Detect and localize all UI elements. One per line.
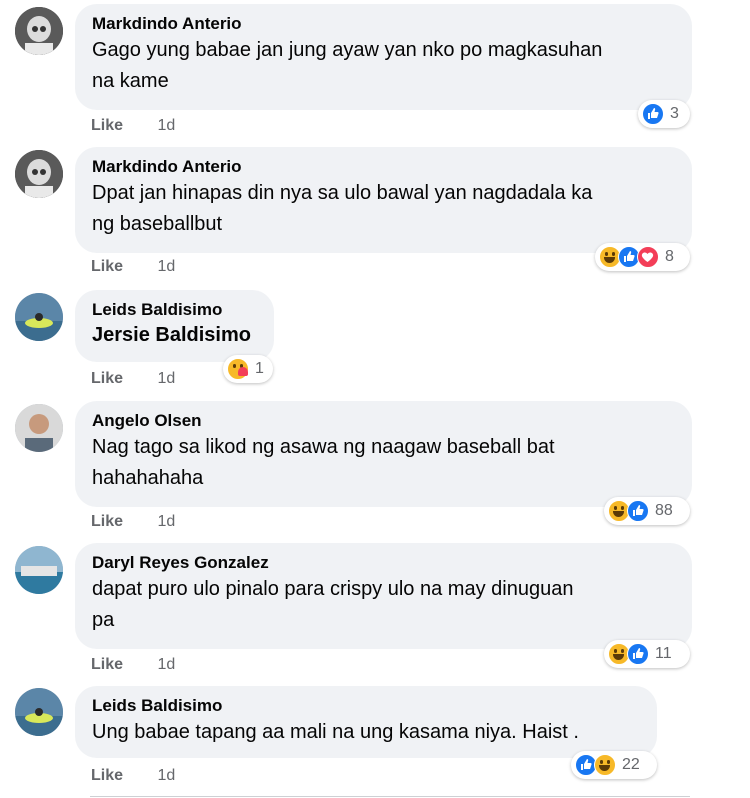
avatar[interactable] xyxy=(15,7,63,55)
timestamp[interactable]: 1d xyxy=(157,767,175,784)
divider xyxy=(90,796,690,797)
comment-bubble: Daryl Reyes Gonzalez dapat puro ulo pina… xyxy=(75,543,692,649)
avatar[interactable] xyxy=(15,688,63,736)
like-button[interactable]: Like xyxy=(91,370,123,387)
comment-actions: Like 1d xyxy=(91,370,175,388)
like-button[interactable]: Like xyxy=(91,767,123,784)
timestamp[interactable]: 1d xyxy=(157,656,175,673)
comment-actions: Like 1d xyxy=(91,117,175,135)
timestamp[interactable]: 1d xyxy=(157,370,175,387)
reaction-summary[interactable]: 88 xyxy=(604,497,690,525)
comment-text-line: na kame xyxy=(92,70,169,92)
timestamp[interactable]: 1d xyxy=(157,117,175,134)
comment-author[interactable]: Angelo Olsen xyxy=(92,410,675,432)
avatar-image xyxy=(15,150,63,198)
avatar-image xyxy=(15,688,63,736)
comment-text-line: ng baseballbut xyxy=(92,213,223,235)
care-icon xyxy=(227,358,249,380)
like-button[interactable]: Like xyxy=(91,117,123,134)
comment-bubble: Markdindo Anterio Gago yung babae jan ju… xyxy=(75,4,692,110)
comment-bubble: Markdindo Anterio Dpat jan hinapas din n… xyxy=(75,147,692,253)
timestamp[interactable]: 1d xyxy=(157,513,175,530)
love-icon xyxy=(637,246,659,268)
like-button[interactable]: Like xyxy=(91,656,123,673)
comment-bubble: Angelo Olsen Nag tago sa likod ng asawa … xyxy=(75,401,692,507)
reaction-count: 3 xyxy=(670,105,679,122)
like-icon xyxy=(627,643,649,665)
like-button[interactable]: Like xyxy=(91,258,123,275)
comment-actions: Like 1d xyxy=(91,767,175,785)
reaction-count: 1 xyxy=(255,360,264,377)
comment-text-line: Dpat jan hinapas din nya sa ulo bawal ya… xyxy=(92,182,593,204)
comment-bubble: Leids Baldisimo Ung babae tapang aa mali… xyxy=(75,686,657,758)
comment-author[interactable]: Leids Baldisimo xyxy=(92,695,640,717)
comment-text-line: Nag tago sa likod ng asawa ng naagaw bas… xyxy=(92,436,555,458)
avatar-image xyxy=(15,7,63,55)
comment-author[interactable]: Markdindo Anterio xyxy=(92,156,675,178)
avatar[interactable] xyxy=(15,293,63,341)
comment-text-line: pa xyxy=(92,609,115,631)
like-icon xyxy=(642,103,664,125)
reaction-count: 11 xyxy=(655,645,672,662)
comment-actions: Like 1d xyxy=(91,258,175,276)
comment-author[interactable]: Daryl Reyes Gonzalez xyxy=(92,552,675,574)
like-icon xyxy=(627,500,649,522)
reaction-summary[interactable]: 1 xyxy=(223,355,273,383)
mention-tag[interactable]: Jersie Baldisimo xyxy=(92,321,257,349)
reaction-count: 22 xyxy=(622,756,640,773)
comment-author[interactable]: Markdindo Anterio xyxy=(92,13,675,35)
reaction-summary[interactable]: 22 xyxy=(571,751,657,779)
avatar[interactable] xyxy=(15,404,63,452)
comment-author[interactable]: Leids Baldisimo xyxy=(92,299,257,321)
reaction-summary[interactable]: 3 xyxy=(638,100,690,128)
reaction-summary[interactable]: 11 xyxy=(604,640,690,668)
reaction-summary[interactable]: 8 xyxy=(595,243,690,271)
reaction-count: 8 xyxy=(665,248,674,265)
comment-text-line: dapat puro ulo pinalo para crispy ulo na… xyxy=(92,578,574,600)
reaction-count: 88 xyxy=(655,502,673,519)
haha-icon xyxy=(594,754,616,776)
comment-bubble: Leids Baldisimo Jersie Baldisimo xyxy=(75,290,274,362)
comment-text-line: Ung babae tapang aa mali na ung kasama n… xyxy=(92,721,579,743)
comment-actions: Like 1d xyxy=(91,513,175,531)
comment-actions: Like 1d xyxy=(91,656,175,674)
comment-text-line: Gago yung babae jan jung ayaw yan nko po… xyxy=(92,39,603,61)
avatar-image xyxy=(15,546,63,594)
like-button[interactable]: Like xyxy=(91,513,123,530)
avatar-image xyxy=(15,404,63,452)
timestamp[interactable]: 1d xyxy=(157,258,175,275)
comment-text-line: hahahahaha xyxy=(92,467,204,489)
avatar-image xyxy=(15,293,63,341)
avatar[interactable] xyxy=(15,546,63,594)
avatar[interactable] xyxy=(15,150,63,198)
